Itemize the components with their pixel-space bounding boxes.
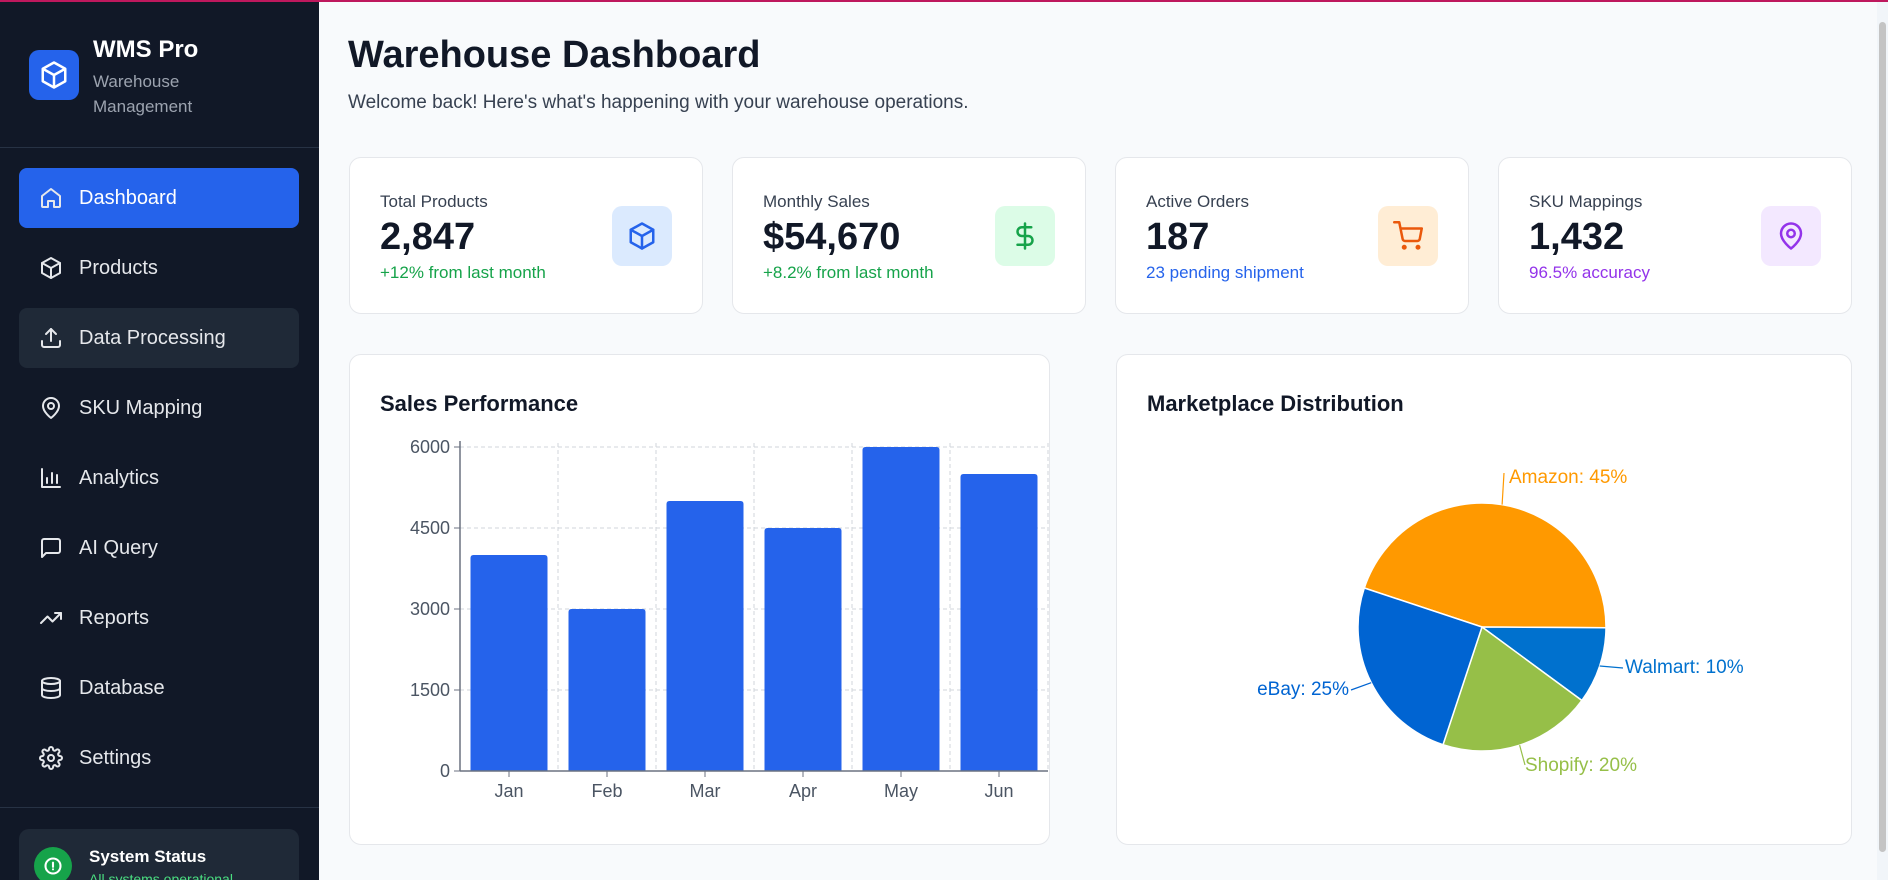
sidebar-item-products[interactable]: Products xyxy=(19,238,299,298)
box-icon xyxy=(39,256,63,280)
x-tick-label: Mar xyxy=(690,781,721,801)
y-tick-label: 4500 xyxy=(410,518,450,538)
stat-label: Total Products xyxy=(380,192,488,211)
bar-apr xyxy=(764,528,842,771)
sidebar-item-settings[interactable]: Settings xyxy=(19,728,299,788)
page-scrollbar[interactable] xyxy=(1877,0,1888,880)
y-tick-label: 3000 xyxy=(410,599,450,619)
cart-icon xyxy=(1378,206,1438,266)
sidebar-item-dashboard[interactable]: Dashboard xyxy=(19,168,299,228)
map-pin-icon xyxy=(1761,206,1821,266)
sidebar-divider xyxy=(0,807,319,808)
stat-value: $54,670 xyxy=(763,216,901,258)
dollar-icon xyxy=(995,206,1055,266)
stat-label: Active Orders xyxy=(1146,192,1249,211)
pie-label: eBay: 25% xyxy=(1257,679,1349,700)
sidebar-item-label: AI Query xyxy=(79,536,158,559)
database-icon xyxy=(39,676,63,700)
stat-value: 187 xyxy=(1146,216,1210,258)
pie-label-leader xyxy=(1501,472,1505,505)
pie-label-leader xyxy=(1350,682,1372,691)
pie-label-leader xyxy=(1599,665,1624,669)
box-icon xyxy=(612,206,672,266)
status-ok-icon xyxy=(34,847,72,880)
trending-up-icon xyxy=(39,606,63,630)
brand-subtitle: Warehouse Management xyxy=(93,72,193,116)
x-tick-label: May xyxy=(884,781,918,801)
sidebar: WMS Pro Warehouse Management Dashboard Pr… xyxy=(0,0,319,880)
marketplace-distribution-panel: Marketplace Distribution Amazon: 45% Walm… xyxy=(1116,354,1852,845)
sidebar-item-label: Database xyxy=(79,676,165,699)
stat-label: Monthly Sales xyxy=(763,192,870,211)
page-subtitle: Welcome back! Here's what's happening wi… xyxy=(348,92,969,113)
sales-bar-chart: 0 1500 3000 4500 6000 Jan Feb Mar Apr May Jun xyxy=(410,437,1049,801)
bar-chart-icon xyxy=(39,466,63,490)
x-tick-label: Apr xyxy=(789,781,817,801)
stat-change: 96.5% accuracy xyxy=(1529,263,1650,282)
bar-may xyxy=(862,447,940,771)
stat-label: SKU Mappings xyxy=(1529,192,1643,211)
y-tick-label: 6000 xyxy=(410,437,450,457)
sidebar-item-label: Products xyxy=(79,256,158,279)
stat-value: 2,847 xyxy=(380,216,476,258)
sidebar-item-database[interactable]: Database xyxy=(19,658,299,718)
y-tick-label: 1500 xyxy=(410,680,450,700)
stat-card-monthly-sales: Monthly Sales $54,670 +8.2% from last mont… xyxy=(732,157,1086,314)
bar-jun xyxy=(960,474,1038,771)
pie-label: Amazon: 45% xyxy=(1509,467,1627,488)
stat-value: 1,432 xyxy=(1529,216,1625,258)
scrollbar-thumb[interactable] xyxy=(1879,22,1886,852)
sidebar-item-label: Settings xyxy=(79,746,152,769)
brand-title: WMS Pro xyxy=(93,36,199,63)
brand-header: WMS Pro Warehouse Management xyxy=(0,0,319,148)
x-tick-label: Jan xyxy=(494,781,523,801)
home-icon xyxy=(39,186,63,210)
cube-logo-icon xyxy=(29,50,79,100)
gear-icon xyxy=(39,746,63,770)
stat-change: 23 pending shipment xyxy=(1146,263,1304,282)
upload-icon xyxy=(39,326,63,350)
sidebar-item-analytics[interactable]: Analytics xyxy=(19,448,299,508)
stat-card-total-products: Total Products 2,847 +12% from last month xyxy=(349,157,703,314)
system-status-card: System Status All systems operational xyxy=(19,829,299,880)
bar-mar xyxy=(666,501,744,771)
y-tick-label: 0 xyxy=(440,761,450,781)
sidebar-item-label: SKU Mapping xyxy=(79,396,203,419)
top-accent-line xyxy=(0,0,1888,2)
stat-change: +12% from last month xyxy=(380,263,546,282)
marketplace-pie-chart: Amazon: 45% Walmart: 10% Shopify: 20% eBay:… xyxy=(1257,467,1744,776)
page-title: Warehouse Dashboard xyxy=(348,34,761,76)
sidebar-item-reports[interactable]: Reports xyxy=(19,588,299,648)
stat-card-sku-mappings: SKU Mappings 1,432 96.5% accuracy xyxy=(1498,157,1852,314)
sidebar-item-label: Data Processing xyxy=(79,326,226,349)
sidebar-item-sku-mapping[interactable]: SKU Mapping xyxy=(19,378,299,438)
sidebar-item-label: Reports xyxy=(79,606,150,629)
system-status-title: System Status xyxy=(89,847,207,866)
pie-label: Walmart: 10% xyxy=(1625,657,1744,678)
pie-label: Shopify: 20% xyxy=(1525,755,1637,776)
sidebar-item-data-processing[interactable]: Data Processing xyxy=(19,308,299,368)
message-icon xyxy=(39,536,63,560)
main-content: Warehouse Dashboard Welcome back! Here's… xyxy=(319,0,1888,880)
bar-feb xyxy=(568,609,646,771)
sales-performance-panel: Sales Performance 0 1500 3000 4500 6000 Jan Fe… xyxy=(349,354,1050,845)
map-pin-icon xyxy=(39,396,63,420)
stat-change: +8.2% from last month xyxy=(763,263,934,282)
stat-card-active-orders: Active Orders 187 23 pending shipment xyxy=(1115,157,1469,314)
sidebar-nav: Dashboard Products Data Processing SKU Mapp… xyxy=(19,168,299,798)
bar-jan xyxy=(470,555,548,771)
x-tick-label: Feb xyxy=(591,781,622,801)
sidebar-item-ai-query[interactable]: AI Query xyxy=(19,518,299,578)
x-tick-label: Jun xyxy=(984,781,1013,801)
system-status-subtitle: All systems operational xyxy=(89,871,233,880)
sidebar-item-label: Analytics xyxy=(79,466,160,489)
sidebar-item-label: Dashboard xyxy=(79,186,177,209)
